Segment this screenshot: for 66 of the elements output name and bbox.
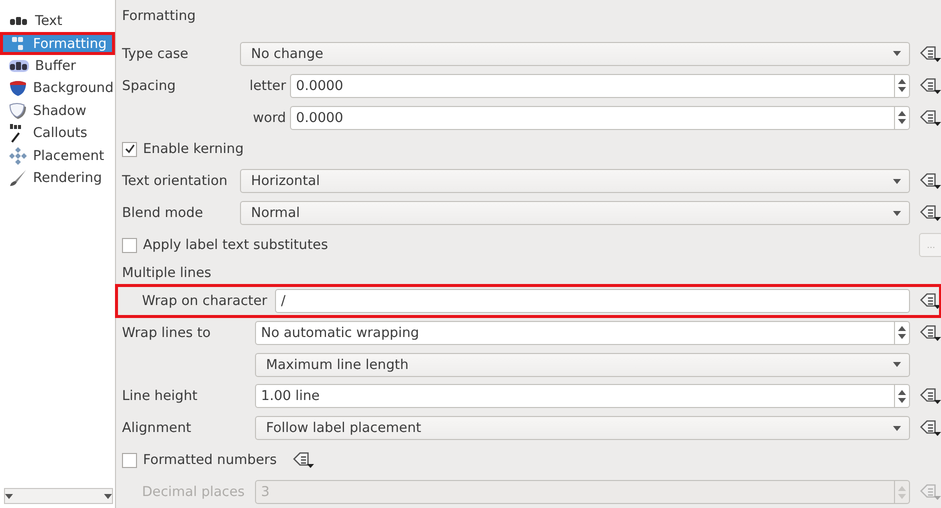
field-label: Text orientation: [122, 173, 228, 190]
data-defined-override-icon[interactable]: [920, 76, 941, 95]
caret-icon[interactable]: [893, 426, 901, 431]
group-title: Multiple lines: [122, 264, 212, 281]
field-sublabel: letter: [248, 78, 287, 94]
text-style-icon: [9, 15, 29, 28]
checkbox-label: Apply label text substitutes: [143, 237, 328, 254]
data-defined-override-icon[interactable]: [920, 292, 941, 310]
data-defined-override-icon[interactable]: [920, 419, 941, 438]
checkbox-label: Formatted numbers: [143, 452, 277, 468]
data-defined-override-icon[interactable]: [920, 324, 941, 342]
field-label: Line height: [122, 388, 198, 404]
field-label: Type case: [122, 46, 190, 62]
dropdown[interactable]: Horizontal: [240, 169, 910, 194]
field-label: Wrap on character: [142, 292, 268, 309]
checkbox[interactable]: [122, 142, 137, 157]
dropdown[interactable]: No change: [240, 42, 910, 66]
field-label: Spacing: [122, 78, 177, 94]
checkbox-label: Enable kerning: [143, 141, 244, 158]
down-arrow-icon[interactable]: [898, 334, 906, 340]
up-arrow-icon[interactable]: [898, 111, 906, 116]
spin-box[interactable]: 0.0000: [290, 106, 910, 130]
checkbox[interactable]: [122, 452, 137, 468]
field-label: Decimal places: [142, 484, 246, 500]
caret-icon[interactable]: [893, 362, 901, 368]
up-arrow-icon[interactable]: [898, 79, 906, 84]
sidebar-item[interactable]: Shadow: [0, 100, 115, 122]
horizontal-scrollbar[interactable]: [4, 488, 113, 504]
field-label: Wrap lines to: [122, 324, 212, 341]
dropdown[interactable]: Maximum line length: [255, 352, 910, 377]
data-defined-override-icon[interactable]: [920, 204, 941, 222]
down-arrow-icon[interactable]: [898, 398, 906, 403]
sidebar-item[interactable]: Formatting: [0, 32, 115, 55]
section-heading: Formatting: [122, 8, 197, 26]
data-defined-override-icon[interactable]: [920, 387, 941, 406]
sidebar-item[interactable]: Text: [0, 10, 115, 32]
data-defined-override-icon[interactable]: [920, 44, 941, 63]
spin-box[interactable]: No automatic wrapping: [255, 320, 910, 345]
dropdown[interactable]: Follow label placement: [255, 416, 910, 440]
shadow-shield-icon: [9, 102, 27, 120]
data-defined-override-icon[interactable]: [920, 172, 941, 190]
field-label: Blend mode: [122, 205, 204, 222]
data-defined-override-icon[interactable]: [920, 108, 941, 127]
sidebar-item[interactable]: Callouts: [0, 122, 115, 144]
caret-icon[interactable]: [893, 178, 901, 184]
data-defined-override-icon[interactable]: [292, 451, 314, 470]
field-label: Alignment: [122, 420, 192, 436]
input-field[interactable]: /: [275, 288, 910, 313]
field-sublabel: word: [252, 110, 287, 126]
spin-box[interactable]: 0.0000: [290, 74, 910, 98]
sidebar-item[interactable]: Buffer: [0, 54, 115, 78]
spin-box[interactable]: 1.00 line: [255, 384, 910, 408]
up-arrow-icon[interactable]: [898, 326, 906, 332]
checkbox[interactable]: [122, 238, 137, 253]
placement-icon: [9, 146, 27, 165]
up-arrow-icon[interactable]: [898, 390, 906, 395]
caret-icon[interactable]: [893, 210, 901, 216]
shield-icon: [9, 79, 27, 98]
caret-icon[interactable]: [893, 51, 901, 56]
dropdown[interactable]: Normal: [240, 201, 910, 226]
down-arrow-icon[interactable]: [898, 87, 906, 92]
down-arrow-icon[interactable]: [898, 119, 906, 124]
sidebar-item[interactable]: Placement: [0, 144, 115, 167]
buffer-icon: [9, 60, 29, 72]
sidebar-item[interactable]: Rendering: [0, 166, 115, 190]
sidebar-item[interactable]: Background: [0, 77, 115, 100]
